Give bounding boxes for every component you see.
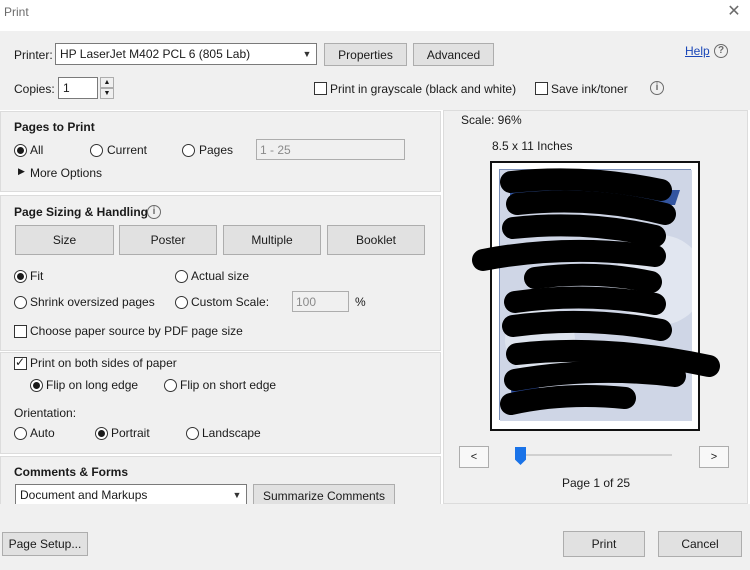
help-link[interactable]: Help (685, 44, 710, 58)
prev-page-button[interactable]: < (459, 446, 489, 468)
radio-dot (186, 427, 199, 441)
checkbox-box (314, 82, 327, 96)
page-status: Page 1 of 25 (562, 476, 631, 490)
custom-scale-input[interactable]: 100 (292, 291, 349, 312)
checkbox-box (14, 355, 27, 371)
radio-pages[interactable] (182, 143, 195, 158)
radio-fit[interactable] (14, 269, 27, 284)
comments-title: Comments & Forms (14, 465, 129, 479)
shrink-label: Shrink oversized pages (30, 295, 155, 309)
paper-source-label: Choose paper source by PDF page size (30, 324, 243, 338)
percent-label: % (355, 295, 366, 309)
long-edge-label: Flip on long edge (46, 378, 139, 392)
radio-dot (175, 270, 188, 284)
printer-value: HP LaserJet M402 PCL 6 (805 Lab) (60, 47, 251, 61)
radio-dot (95, 427, 108, 441)
custom-scale-label: Custom Scale: (191, 295, 270, 309)
printer-select[interactable]: HP LaserJet M402 PCL 6 (805 Lab) ▼ (55, 43, 317, 65)
radio-dot (14, 144, 27, 158)
redaction-marks (472, 168, 720, 415)
save-ink-checkbox[interactable] (535, 81, 548, 96)
page-slider-track[interactable] (522, 454, 672, 456)
scale-readout: Scale: 96% (461, 113, 522, 127)
auto-label: Auto (30, 426, 55, 440)
radio-dot (90, 144, 103, 158)
radio-auto[interactable] (14, 426, 27, 441)
landscape-label: Landscape (202, 426, 261, 440)
paper-size-label: 8.5 x 11 Inches (492, 139, 573, 153)
radio-dot (182, 144, 195, 158)
radio-all[interactable] (14, 143, 27, 158)
radio-custom-scale[interactable] (175, 295, 188, 310)
copies-down-button[interactable]: ▼ (100, 88, 114, 99)
info-icon[interactable]: i (147, 205, 161, 219)
current-label: Current (107, 143, 148, 157)
grayscale-checkbox[interactable] (314, 81, 327, 96)
comments-select[interactable]: Document and Markups ▼ (15, 484, 247, 506)
copies-input[interactable]: 1 (58, 77, 98, 99)
copies-value: 1 (63, 81, 70, 95)
triangle-right-icon[interactable]: ▶ (18, 166, 25, 177)
portrait-label: Portrait (111, 426, 150, 440)
tab-poster[interactable]: Poster (119, 225, 217, 255)
both-sides-label: Print on both sides of paper (30, 356, 177, 370)
radio-dot (175, 296, 188, 310)
print-button[interactable]: Print (563, 531, 645, 557)
comments-value: Document and Markups (20, 488, 148, 502)
radio-dot (164, 379, 177, 393)
copies-label: Copies: (14, 82, 55, 96)
grayscale-label: Print in grayscale (black and white) (330, 82, 517, 96)
pages-range-input[interactable]: 1 - 25 (256, 139, 405, 160)
radio-dot (14, 296, 27, 310)
radio-dot (14, 427, 27, 441)
pages-to-print-title: Pages to Print (14, 120, 95, 134)
tab-booklet[interactable]: Booklet (327, 225, 425, 255)
help-icon[interactable]: ? (714, 44, 728, 58)
window-title: Print (4, 5, 29, 19)
radio-actual-size[interactable] (175, 269, 188, 284)
tab-multiple[interactable]: Multiple (223, 225, 321, 255)
chevron-down-icon: ▼ (232, 490, 242, 500)
copies-up-button[interactable]: ▲ (100, 77, 114, 88)
radio-shrink[interactable] (14, 295, 27, 310)
save-ink-label: Save ink/toner (551, 82, 628, 96)
properties-button[interactable]: Properties (324, 43, 407, 66)
pages-label: Pages (199, 143, 234, 157)
radio-portrait[interactable] (95, 426, 108, 441)
fit-label: Fit (30, 269, 44, 283)
short-edge-label: Flip on short edge (180, 378, 277, 392)
printer-label: Printer: (14, 48, 53, 62)
checkbox-box (535, 82, 548, 96)
page-sizing-title: Page Sizing & Handling (14, 205, 149, 219)
radio-short-edge[interactable] (164, 378, 177, 393)
chevron-down-icon: ▼ (302, 49, 312, 59)
advanced-button[interactable]: Advanced (413, 43, 494, 66)
cancel-button[interactable]: Cancel (658, 531, 742, 557)
radio-dot (30, 379, 43, 393)
next-page-button[interactable]: > (699, 446, 729, 468)
close-icon[interactable]: ✕ (724, 2, 744, 22)
radio-long-edge[interactable] (30, 378, 43, 393)
checkbox-box (14, 325, 27, 339)
tab-size[interactable]: Size (15, 225, 114, 255)
all-label: All (30, 143, 44, 157)
radio-landscape[interactable] (186, 426, 199, 441)
info-icon[interactable]: i (650, 81, 664, 95)
paper-source-checkbox[interactable] (14, 324, 27, 339)
radio-dot (14, 270, 27, 284)
orientation-label: Orientation: (14, 406, 77, 420)
page-setup-button[interactable]: Page Setup... (2, 532, 88, 556)
radio-current[interactable] (90, 143, 103, 158)
actual-size-label: Actual size (191, 269, 250, 283)
both-sides-checkbox[interactable] (14, 355, 27, 371)
more-options-link[interactable]: More Options (30, 166, 102, 180)
